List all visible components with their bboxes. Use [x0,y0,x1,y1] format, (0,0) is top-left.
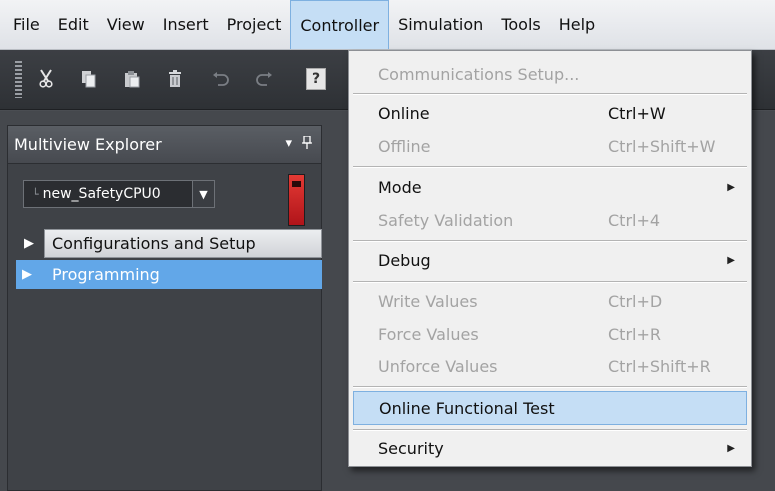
device-tree-prefix: └ [32,187,39,201]
device-dropdown[interactable]: └ new_SafetyCPU0 ▼ [23,180,215,208]
menu-item-label: Online [378,103,430,123]
panel-menu-icon[interactable]: ▾ [285,136,292,153]
undo-icon[interactable] [208,66,234,92]
expand-arrow-icon[interactable]: ▶ [16,267,42,282]
submenu-arrow-icon: ▶ [727,181,735,193]
tree-item-label: Configurations and Setup [44,229,322,258]
help-glyph: ? [306,68,326,90]
menu-item-shortcut: Ctrl+4 [608,210,661,230]
menu-separator [353,240,747,242]
menu-item-shortcut: Ctrl+Shift+W [608,136,716,156]
menu-insert[interactable]: Insert [154,0,218,49]
tree-item-programming[interactable]: ▶ Programming [16,260,322,289]
menu-item-label: Debug [378,250,431,270]
cut-icon[interactable] [33,66,59,92]
menu-item-online-functional-test[interactable]: Online Functional Test [353,391,747,425]
help-icon[interactable]: ? [303,66,329,92]
menu-item-label: Security [378,438,444,458]
menu-separator [353,386,747,388]
menu-controller[interactable]: Controller [290,0,390,49]
menu-item-security[interactable]: Security ▶ [353,431,747,465]
menu-item-force-values[interactable]: Force Values Ctrl+R [353,317,747,351]
chevron-down-icon[interactable]: ▼ [192,181,214,207]
submenu-arrow-icon: ▶ [727,254,735,266]
menu-item-shortcut: Ctrl+W [608,103,666,123]
menu-item-label: Force Values [378,324,479,344]
menu-item-label: Online Functional Test [379,398,555,418]
explorer-title: Multiview Explorer [14,135,162,154]
cpu-status-indicator-icon [288,174,305,226]
copy-icon[interactable] [76,66,102,92]
menu-item-label: Communications Setup... [378,64,580,84]
toolbar-grip[interactable] [15,61,22,98]
redo-icon[interactable] [251,66,277,92]
menu-item-label: Unforce Values [378,356,498,376]
menu-item-shortcut: Ctrl+Shift+R [608,356,711,376]
menu-item-communications-setup[interactable]: Communications Setup... [353,57,747,91]
controller-menu-dropdown: Communications Setup... Online Ctrl+W Of… [348,50,752,467]
menu-view[interactable]: View [98,0,154,49]
menu-item-label: Mode [378,177,422,197]
menu-item-label: Safety Validation [378,210,514,230]
menu-project[interactable]: Project [218,0,291,49]
menu-help[interactable]: Help [550,0,604,49]
menu-separator [353,281,747,283]
menu-item-label: Write Values [378,291,478,311]
delete-icon[interactable] [162,66,188,92]
menu-item-online[interactable]: Online Ctrl+W [353,96,747,130]
paste-icon[interactable] [119,66,145,92]
menu-item-safety-validation[interactable]: Safety Validation Ctrl+4 [353,203,747,237]
menu-item-offline[interactable]: Offline Ctrl+Shift+W [353,129,747,163]
expand-arrow-icon[interactable]: ▶ [20,236,36,251]
tree-item-configurations-and-setup[interactable]: ▶ Configurations and Setup [16,229,322,258]
menu-item-unforce-values[interactable]: Unforce Values Ctrl+Shift+R [353,349,747,383]
menu-item-shortcut: Ctrl+D [608,291,663,311]
device-name: new_SafetyCPU0 [42,186,161,202]
explorer-header-controls: ▾ [285,135,312,153]
menu-tools[interactable]: Tools [492,0,549,49]
pin-icon[interactable] [302,135,312,153]
menu-bar: File Edit View Insert Project Controller… [0,0,775,50]
device-selector-row: └ new_SafetyCPU0 ▼ [23,174,323,226]
menu-separator [353,93,747,95]
explorer-header: Multiview Explorer ▾ [8,126,321,164]
submenu-arrow-icon: ▶ [727,442,735,454]
menu-edit[interactable]: Edit [49,0,98,49]
menu-item-shortcut: Ctrl+R [608,324,661,344]
menu-item-write-values[interactable]: Write Values Ctrl+D [353,284,747,318]
menu-simulation[interactable]: Simulation [389,0,492,49]
menu-separator [353,166,747,168]
menu-item-mode[interactable]: Mode ▶ [353,170,747,204]
menu-file[interactable]: File [0,0,49,49]
menu-item-label: Offline [378,136,431,156]
tree-item-label: Programming [52,265,160,284]
menu-item-debug[interactable]: Debug ▶ [353,243,747,277]
multiview-explorer-panel: Multiview Explorer ▾ └ new_SafetyCPU0 ▼ … [7,125,322,491]
